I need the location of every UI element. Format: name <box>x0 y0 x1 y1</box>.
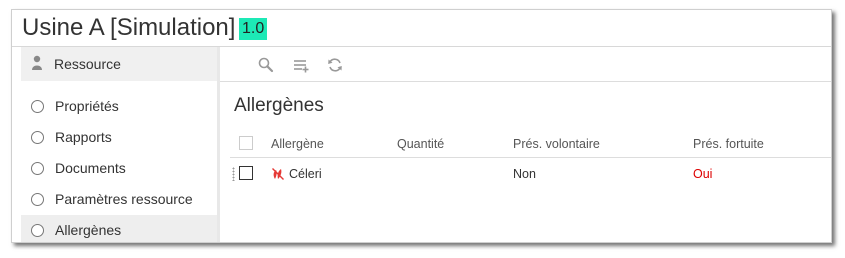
sidebar-item-label: Propriétés <box>55 98 119 114</box>
sidebar-nav: Propriétés Rapports Documents Paramètres… <box>21 91 217 242</box>
radio-icon <box>31 193 44 206</box>
column-header-pres-fortuite[interactable]: Prés. fortuite <box>693 137 764 151</box>
app-window: Usine A [Simulation] 1.0 Ressource Propr… <box>11 9 832 243</box>
sidebar-item-label: Paramètres ressource <box>55 191 193 207</box>
main-panel: Allergènes Allergène Quantité Prés. volo… <box>220 47 831 242</box>
allergen-icon <box>272 168 284 180</box>
table-header: Allergène Quantité Prés. volontaire Prés… <box>230 129 831 158</box>
search-icon[interactable] <box>257 56 275 74</box>
cell-pres-fortuite: Oui <box>693 167 713 181</box>
sidebar-item-documents[interactable]: Documents <box>21 153 217 184</box>
select-all-checkbox[interactable] <box>239 136 253 150</box>
sidebar-item-label: Rapports <box>55 129 112 145</box>
sidebar-item-rapports[interactable]: Rapports <box>21 122 217 153</box>
sidebar-item-proprietes[interactable]: Propriétés <box>21 91 217 122</box>
section-title: Allergènes <box>234 95 324 116</box>
column-header-allergene[interactable]: Allergène <box>271 137 324 151</box>
allergens-table: Allergène Quantité Prés. volontaire Prés… <box>230 129 831 190</box>
sidebar-header[interactable]: Ressource <box>21 47 217 81</box>
radio-icon <box>31 131 44 144</box>
cell-pres-volontaire: Non <box>513 167 536 181</box>
column-header-quantite[interactable]: Quantité <box>397 137 444 151</box>
sidebar-item-allergenes[interactable]: Allergènes <box>21 215 217 242</box>
sidebar-item-label: Documents <box>55 160 126 176</box>
sidebar: Ressource Propriétés Rapports Documents … <box>12 47 220 242</box>
add-list-icon[interactable] <box>292 56 310 74</box>
user-icon <box>32 55 42 70</box>
radio-icon <box>31 100 44 113</box>
column-header-pres-volontaire[interactable]: Prés. volontaire <box>513 137 600 151</box>
row-checkbox[interactable] <box>239 166 253 180</box>
radio-icon <box>31 162 44 175</box>
version-badge: 1.0 <box>239 18 268 40</box>
table-row[interactable]: Céleri Non Oui <box>230 158 831 190</box>
radio-icon <box>31 224 44 237</box>
cell-allergene: Céleri <box>289 167 322 181</box>
refresh-icon[interactable] <box>326 56 344 74</box>
sidebar-item-label: Allergènes <box>55 222 122 238</box>
sidebar-item-parametres-ressource[interactable]: Paramètres ressource <box>21 184 217 215</box>
page-title: Usine A [Simulation] <box>22 14 236 41</box>
title-bar: Usine A [Simulation] 1.0 <box>12 10 831 47</box>
toolbar <box>220 47 831 82</box>
sidebar-header-label: Ressource <box>54 56 121 72</box>
drag-handle-icon[interactable] <box>232 167 235 181</box>
